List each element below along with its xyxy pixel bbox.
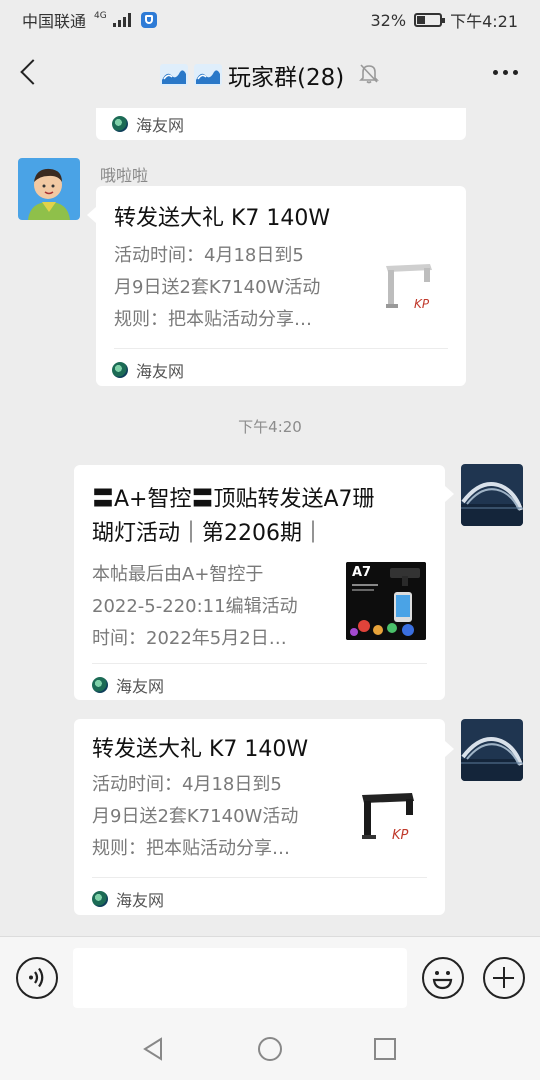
- svg-text:KP: KP: [414, 297, 430, 311]
- card-source: 海友网: [112, 358, 184, 382]
- battery-percent: 32%: [370, 10, 407, 30]
- card-thumbnail: KP: [354, 781, 426, 853]
- thumbnail-label: A7: [352, 565, 372, 580]
- security-shield-icon: [140, 12, 157, 28]
- bell-off-icon: [358, 62, 380, 84]
- group-title: 玩家群(28): [228, 65, 345, 91]
- avatar[interactable]: [461, 464, 523, 526]
- link-card[interactable]: 〓A+智控〓顶贴转发送A7珊 瑚灯活动｜第2206期｜ 本帖最后由A+智控于 2…: [74, 465, 445, 700]
- link-card[interactable]: 转发送大礼 K7 140W 活动时间：4月18日到5 月9日送2套K7140W活…: [74, 719, 445, 915]
- card-divider: [92, 877, 427, 878]
- wave-emoji-icon: [194, 64, 222, 86]
- message-input[interactable]: [73, 948, 407, 1008]
- card-description: 活动时间：4月18日到5 月9日送2套K7140W活动 规则：把本贴活动分享…: [114, 245, 321, 330]
- link-card[interactable]: 海友网: [96, 108, 466, 140]
- signal-icon: [112, 13, 131, 27]
- input-bar: [0, 936, 540, 1018]
- sender-name: 哦啦啦: [100, 166, 149, 185]
- network-type: 4G: [94, 10, 107, 21]
- system-nav-bar: [0, 1018, 540, 1080]
- bubble-tail: [445, 486, 454, 502]
- more-dots-icon[interactable]: [493, 70, 518, 75]
- source-logo-icon: [112, 362, 128, 378]
- bubble-tail: [87, 207, 96, 223]
- card-description: 活动时间：4月18日到5 月9日送2套K7140W活动 规则：把本贴活动分享…: [92, 774, 299, 859]
- card-title: 转发送大礼 K7 140W: [92, 737, 309, 762]
- card-source: 海友网: [112, 112, 184, 136]
- voice-wave-icon: [29, 967, 44, 988]
- svg-text:KP: KP: [392, 828, 409, 843]
- card-source: 海友网: [92, 673, 164, 697]
- message-list[interactable]: 海友网 哦啦啦 转发送大礼 K7 140W 活动时间：4月18日到5 月9日送2…: [0, 108, 540, 936]
- nav-home-icon[interactable]: [257, 1036, 283, 1062]
- battery-icon: [414, 13, 446, 27]
- card-title: 〓A+智控〓顶贴转发送A7珊 瑚灯活动｜第2206期｜: [92, 487, 375, 546]
- smiley-icon: [432, 971, 453, 990]
- source-logo-icon: [92, 891, 108, 907]
- card-description: 本帖最后由A+智控于 2022-5-220:11编辑活动 时间：2022年5月2…: [92, 564, 298, 649]
- back-button[interactable]: [14, 56, 48, 90]
- carrier-label: 中国联通: [22, 12, 87, 31]
- card-thumbnail: KP: [378, 256, 442, 320]
- card-title: 转发送大礼 K7 140W: [114, 206, 331, 231]
- emoji-button[interactable]: [422, 957, 464, 999]
- card-source: 海友网: [92, 887, 164, 911]
- nav-back-icon[interactable]: [141, 1036, 167, 1062]
- card-divider: [92, 663, 427, 664]
- avatar[interactable]: [18, 158, 80, 220]
- status-bar: 中国联通 4G 32% 下午4:21: [0, 0, 540, 36]
- clock: 下午4:21: [450, 12, 518, 31]
- time-separator: 下午4:20: [238, 418, 302, 436]
- avatar[interactable]: [461, 719, 523, 781]
- bubble-tail: [445, 741, 454, 757]
- chat-header: 玩家群(28): [0, 36, 540, 112]
- wave-emoji-icon: [160, 64, 188, 86]
- card-divider: [114, 348, 448, 349]
- source-logo-icon: [112, 116, 128, 132]
- chat-title[interactable]: 玩家群(28): [160, 58, 344, 92]
- link-card[interactable]: 转发送大礼 K7 140W 活动时间：4月18日到5 月9日送2套K7140W活…: [96, 186, 466, 386]
- more-actions-button[interactable]: [483, 957, 525, 999]
- source-logo-icon: [92, 677, 108, 693]
- card-thumbnail: A7: [346, 562, 426, 640]
- voice-input-button[interactable]: [16, 957, 58, 999]
- nav-recents-icon[interactable]: [372, 1036, 398, 1062]
